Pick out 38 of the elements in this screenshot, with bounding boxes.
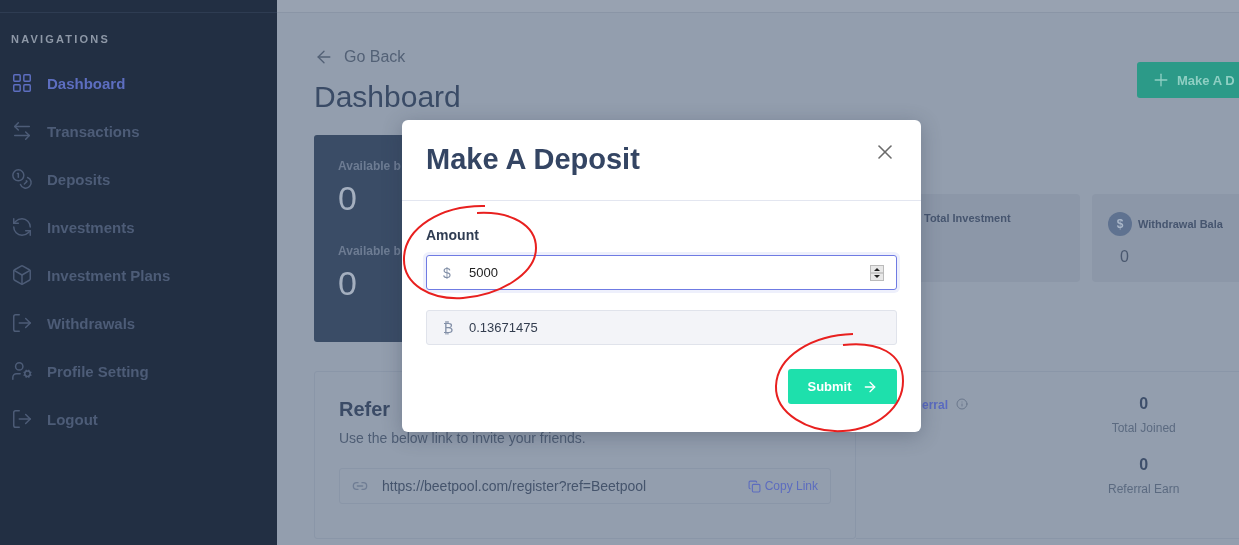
modal-title: Make A Deposit bbox=[426, 142, 640, 177]
cube-icon bbox=[11, 264, 33, 286]
dollar-badge: $ bbox=[1108, 212, 1132, 236]
refresh-icon bbox=[11, 216, 33, 238]
stat-value: 0 bbox=[1120, 248, 1129, 266]
balance-value: 0 bbox=[338, 179, 357, 218]
sidebar-heading: NAVIGATIONS bbox=[10, 32, 111, 47]
amount-label: Amount bbox=[426, 227, 480, 243]
exit-icon bbox=[11, 312, 33, 334]
amount-field[interactable]: $ 5000 bbox=[426, 255, 897, 290]
nav-item[interactable]: Dashboard bbox=[0, 59, 277, 107]
refer-text: Use the below link to invite your friends. bbox=[339, 430, 587, 446]
page-title: Dashboard bbox=[314, 79, 461, 115]
coins-icon bbox=[11, 168, 33, 190]
stat-number: 0 bbox=[1139, 456, 1149, 474]
dollar-sign: $ bbox=[443, 264, 451, 281]
back-link[interactable]: Go Back bbox=[314, 47, 406, 67]
stat-caption: Total Joined bbox=[1111, 421, 1176, 435]
converted-value: 0.13671475 bbox=[469, 320, 538, 335]
stat-caption: Referral Earn bbox=[1108, 482, 1180, 496]
referral-link[interactable]: erral bbox=[922, 398, 969, 414]
amount-input[interactable]: 5000 bbox=[469, 265, 852, 280]
arrows-icon bbox=[11, 120, 33, 142]
stat-label: Total Investment bbox=[924, 212, 1011, 224]
stat-label: Withdrawal Bala bbox=[1138, 218, 1223, 230]
grid-icon bbox=[11, 72, 33, 94]
stat-number: 0 bbox=[1139, 395, 1149, 413]
make-deposit-button[interactable]: Make A D bbox=[1137, 62, 1239, 98]
spinner-icon[interactable] bbox=[870, 264, 884, 281]
logout-icon bbox=[11, 408, 33, 430]
balance-value: 0 bbox=[338, 264, 357, 303]
info-icon bbox=[956, 398, 969, 410]
user-gear-icon bbox=[11, 360, 33, 382]
refer-title: Refer bbox=[339, 398, 392, 421]
bitcoin-sign: ₿ bbox=[443, 319, 451, 336]
copy-icon bbox=[747, 479, 761, 493]
referral-url: https://beetpool.com/register?ref=Beetpool bbox=[382, 478, 648, 494]
submit-button[interactable]: Submit bbox=[788, 369, 897, 404]
